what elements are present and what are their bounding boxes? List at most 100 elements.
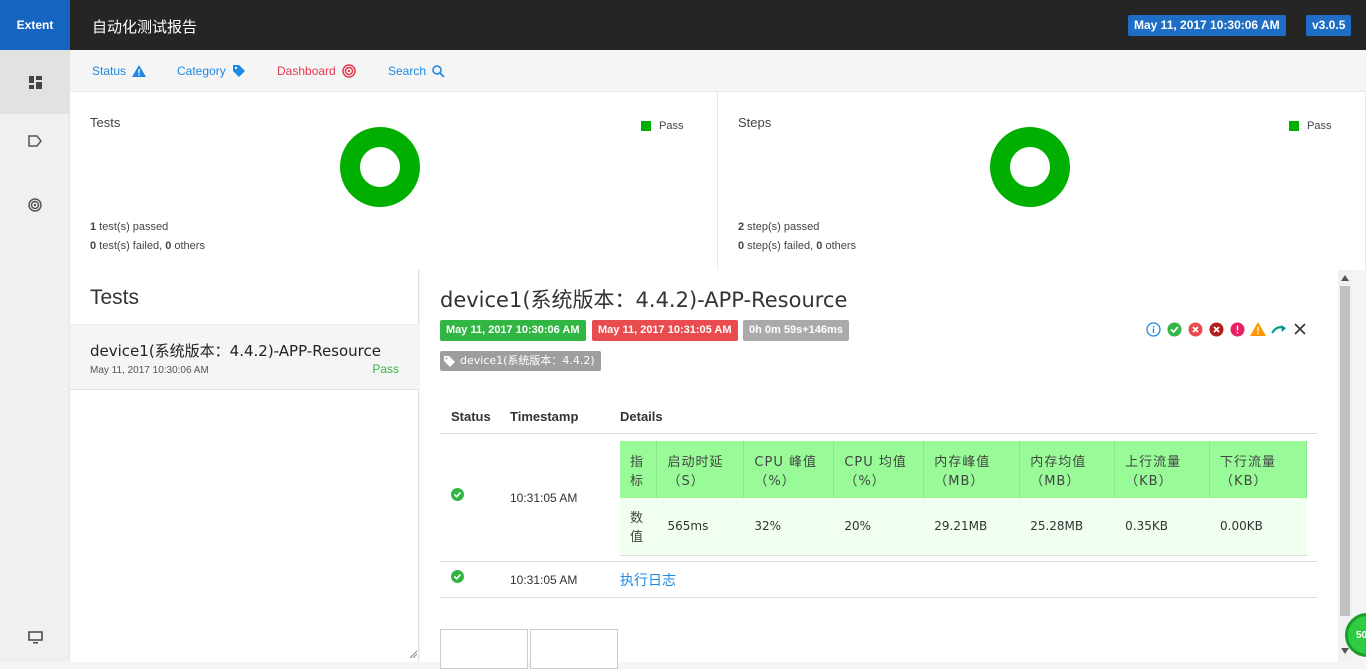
tests-failed-text: test(s) failed, — [96, 240, 166, 252]
warning-filter-icon[interactable] — [1250, 321, 1266, 337]
details-column-header: Details — [620, 409, 663, 424]
dashboard-link[interactable]: Dashboard — [277, 64, 356, 78]
screenshot-thumbnail[interactable] — [530, 629, 618, 669]
step-status-filters — [1145, 321, 1308, 337]
pass-legend-swatch — [1289, 121, 1299, 131]
metric-header-cell: 下行流量 （KB） — [1209, 441, 1307, 498]
search-icon — [432, 64, 445, 78]
warning-icon — [132, 65, 147, 77]
test-start-time: May 11, 2017 10:30:06 AM — [90, 365, 209, 376]
tag-icon — [444, 355, 455, 367]
steps-donut-chart — [990, 127, 1070, 207]
pass-slice — [340, 127, 420, 207]
error-filter-icon[interactable] — [1229, 321, 1245, 337]
sidebar-item-category[interactable] — [0, 109, 70, 173]
info-filter-icon[interactable] — [1145, 321, 1161, 337]
tests-passed-stat: 1 test(s) passed — [90, 221, 168, 233]
card-title: Tests — [90, 115, 121, 130]
sidebar-item-environment[interactable] — [0, 605, 70, 669]
top-bar: Extent 自动化测试报告 May 11, 2017 10:30:06 AM … — [0, 0, 1366, 50]
tag-icon — [232, 65, 245, 77]
step-row: 10:31:05 AM 指标 启动时延 （S） CPU 峰值 （%） CPU 均值（… — [440, 434, 1317, 562]
skip-filter-icon[interactable] — [1271, 321, 1287, 337]
chart-legend[interactable]: Pass — [1289, 120, 1331, 132]
tests-list-panel: Tests device1(系统版本：4.4.2)-APP-Resource M… — [70, 270, 419, 662]
fail-filter-icon[interactable] — [1187, 321, 1203, 337]
brand-logo[interactable]: Extent — [0, 0, 70, 50]
chart-legend[interactable]: Pass — [641, 120, 683, 132]
end-time-badge: May 11, 2017 10:31:05 AM — [592, 320, 738, 341]
monitor-icon — [27, 630, 43, 643]
search-label: Search — [388, 64, 427, 78]
tests-others-text: others — [171, 240, 205, 252]
steps-failed-text: step(s) failed, — [744, 240, 817, 252]
radar-icon — [28, 198, 42, 212]
metrics-value-row: 数值 565ms 32% 20% 29.21MB 25.28MB 0.35KB … — [620, 498, 1307, 556]
status-filter-link[interactable]: Status — [92, 64, 147, 78]
card-title: Steps — [738, 115, 772, 130]
category-filter-link[interactable]: Category — [177, 64, 246, 78]
tests-heading: Tests — [90, 286, 140, 309]
test-detail-panel: device1(系统版本：4.4.2)-APP-Resource May 11,… — [420, 270, 1338, 669]
pass-legend-swatch — [641, 121, 651, 131]
resize-handle-icon[interactable] — [409, 650, 417, 658]
metric-value-cell: 20% — [833, 498, 925, 556]
detail-scrollbar[interactable] — [1338, 270, 1352, 662]
pass-status-icon — [451, 570, 464, 583]
metrics-header-row: 指标 启动时延 （S） CPU 峰值 （%） CPU 均值 （%） 内存峰值 （MB） … — [620, 441, 1307, 498]
metric-value-cell: 0.35KB — [1114, 498, 1211, 556]
test-status: Pass — [372, 362, 399, 376]
radar-icon — [341, 64, 356, 78]
tests-donut-chart — [340, 127, 420, 207]
metric-value-cell: 0.00KB — [1209, 498, 1307, 556]
performance-metrics-table: 指标 启动时延 （S） CPU 峰值 （%） CPU 均值 （%） 内存峰值 （MB） … — [620, 441, 1307, 556]
category-tag-label: device1(系统版本：4.4.2) — [460, 354, 595, 367]
pass-legend-label: Pass — [1307, 120, 1332, 132]
metric-header-cell: 内存峰值 （MB） — [923, 441, 1021, 498]
steps-others-text: others — [822, 240, 857, 252]
scroll-up-icon[interactable] — [1341, 275, 1349, 281]
dashboard-grid-icon — [28, 75, 42, 89]
status-label: Status — [92, 64, 127, 78]
timestamp-column-header: Timestamp — [510, 409, 579, 424]
sidebar-item-analysis[interactable] — [0, 173, 70, 237]
steps-failed-stat: 0 step(s) failed, 0 others — [738, 240, 856, 252]
metric-value-cell: 32% — [743, 498, 835, 556]
category-tag[interactable]: device1(系统版本：4.4.2) — [440, 351, 601, 371]
scrollbar-thumb[interactable] — [1340, 286, 1350, 616]
test-list-item[interactable]: device1(系统版本：4.4.2)-APP-Resource May 11,… — [70, 324, 419, 390]
scroll-down-icon[interactable] — [1341, 648, 1349, 654]
search-link[interactable]: Search — [388, 64, 445, 78]
pass-slice — [990, 127, 1070, 207]
report-title: 自动化测试报告 — [92, 18, 198, 36]
fatal-filter-icon[interactable] — [1208, 321, 1224, 337]
metric-header-cell: CPU 均值 （%） — [833, 441, 925, 498]
metric-header-cell: 上行流量 （KB） — [1114, 441, 1211, 498]
steps-passed-text: step(s) passed — [744, 221, 820, 233]
execution-log-link[interactable]: 执行日志 — [620, 570, 676, 590]
status-column-header: Status — [451, 409, 491, 424]
steps-table-header: Status Timestamp Details — [440, 398, 1317, 434]
step-timestamp: 10:31:05 AM — [510, 573, 578, 587]
test-name: device1(系统版本：4.4.2)-APP-Resource — [90, 342, 381, 360]
start-time-badge: May 11, 2017 10:30:06 AM — [440, 320, 586, 341]
metric-header-cell: 指标 — [620, 441, 658, 498]
metric-value-cell: 29.21MB — [923, 498, 1021, 556]
clear-filter-icon[interactable] — [1292, 321, 1308, 337]
metric-header-cell: CPU 峰值 （%） — [743, 441, 835, 498]
tests-summary-card: Tests Pass 1 test(s) passed 0 test(s) fa… — [70, 92, 718, 270]
step-row: 10:31:05 AM 执行日志 — [440, 562, 1317, 598]
report-date-badge: May 11, 2017 10:30:06 AM — [1128, 15, 1286, 36]
metric-value-cell: 数值 — [620, 498, 658, 556]
sidebar-item-dashboard[interactable] — [0, 50, 70, 114]
tests-failed-stat: 0 test(s) failed, 0 others — [90, 240, 205, 252]
screenshot-thumbnail[interactable] — [440, 629, 528, 669]
duration-badge: 0h 0m 59s+146ms — [743, 320, 849, 341]
version-badge: v3.0.5 — [1306, 15, 1352, 36]
dashboard-label: Dashboard — [277, 64, 336, 78]
tests-passed-text: test(s) passed — [96, 221, 169, 233]
metric-value-cell: 565ms — [656, 498, 745, 556]
step-timestamp: 10:31:05 AM — [510, 491, 578, 505]
pass-filter-icon[interactable] — [1166, 321, 1182, 337]
metric-header-cell: 内存均值 （MB） — [1019, 441, 1116, 498]
